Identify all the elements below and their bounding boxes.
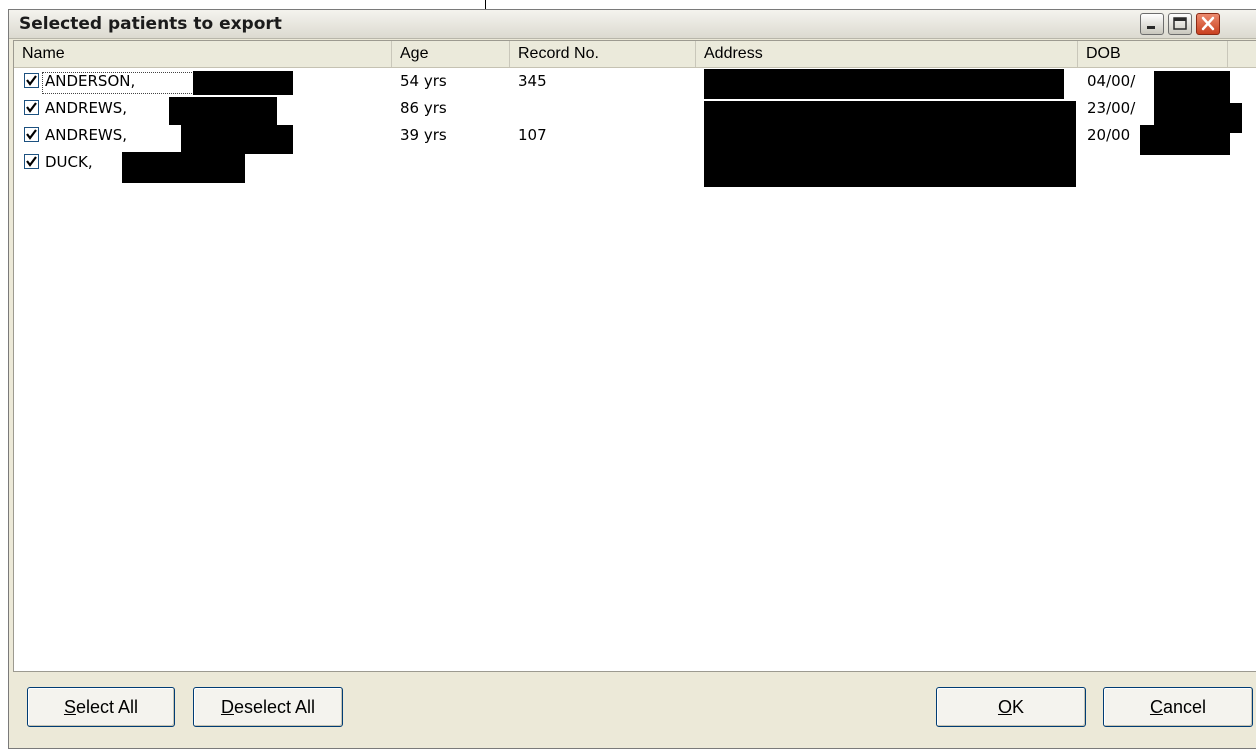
patient-dob: 04/00/ bbox=[1087, 72, 1136, 90]
patient-age: 86 yrs bbox=[400, 99, 447, 117]
ok-mnemonic: O bbox=[997, 697, 1012, 717]
list-item[interactable]: ANDREWS, 86 yrs 23/00/ bbox=[14, 95, 1256, 133]
patient-name: DUCK, bbox=[45, 153, 93, 171]
row-checkbox[interactable] bbox=[24, 154, 39, 169]
column-header-address[interactable]: Address bbox=[696, 41, 1078, 67]
list-item[interactable]: ANDERSON, 54 yrs 345 04/00/ bbox=[14, 68, 1256, 103]
row-checkbox[interactable] bbox=[24, 127, 39, 142]
redaction-block bbox=[169, 97, 277, 125]
cancel-button[interactable]: Cancel bbox=[1103, 687, 1253, 727]
patient-record-no: 107 bbox=[518, 126, 547, 144]
redaction-block bbox=[122, 152, 245, 183]
checkmark-icon bbox=[26, 129, 37, 140]
column-header-record-no[interactable]: Record No. bbox=[510, 41, 696, 67]
window-title: Selected patients to export bbox=[19, 14, 282, 34]
select-all-label: elect All bbox=[75, 697, 139, 717]
ok-button[interactable]: OK bbox=[936, 687, 1086, 727]
patient-age: 54 yrs bbox=[400, 72, 447, 90]
patients-list[interactable]: Name Age Record No. Address DOB ANDERSON… bbox=[13, 40, 1256, 672]
minimize-icon bbox=[1147, 26, 1155, 29]
column-header-age[interactable]: Age bbox=[392, 41, 510, 67]
cancel-label: ancel bbox=[1162, 697, 1207, 717]
maximize-icon bbox=[1173, 17, 1187, 30]
deselect-all-button[interactable]: Deselect All bbox=[193, 687, 343, 727]
patient-age: 39 yrs bbox=[400, 126, 447, 144]
maximize-button[interactable] bbox=[1168, 13, 1192, 35]
text-caret bbox=[485, 0, 486, 9]
patient-name: ANDREWS, bbox=[45, 126, 128, 144]
list-item[interactable]: DUCK, bbox=[14, 149, 1256, 183]
select-all-mnemonic: S bbox=[63, 697, 76, 717]
column-header-dob[interactable]: DOB bbox=[1078, 41, 1228, 67]
patient-name: ANDERSON, bbox=[45, 72, 136, 90]
ok-label: K bbox=[1012, 697, 1025, 717]
cancel-mnemonic: C bbox=[1149, 697, 1163, 717]
deselect-all-mnemonic: D bbox=[220, 697, 234, 717]
list-header: Name Age Record No. Address DOB bbox=[14, 41, 1256, 68]
patient-record-no: 345 bbox=[518, 72, 547, 90]
minimize-button[interactable] bbox=[1140, 13, 1164, 35]
close-icon bbox=[1201, 16, 1215, 31]
redaction-block bbox=[193, 71, 293, 95]
checkmark-icon bbox=[26, 102, 37, 113]
column-header-name[interactable]: Name bbox=[14, 41, 392, 67]
deselect-all-label: eselect All bbox=[233, 697, 316, 717]
select-all-button[interactable]: Select All bbox=[27, 687, 175, 727]
close-button[interactable] bbox=[1196, 13, 1220, 35]
list-item[interactable]: ANDREWS, 39 yrs 107 20/00 bbox=[14, 122, 1256, 187]
checkmark-icon bbox=[26, 156, 37, 167]
checkmark-icon bbox=[26, 75, 37, 86]
patient-name: ANDREWS, bbox=[45, 99, 128, 117]
row-checkbox[interactable] bbox=[24, 100, 39, 115]
patient-dob: 20/00 bbox=[1087, 126, 1131, 144]
export-dialog: Selected patients to export Name Age Rec… bbox=[8, 9, 1256, 749]
title-bar[interactable]: Selected patients to export bbox=[9, 10, 1256, 39]
row-checkbox[interactable] bbox=[24, 73, 39, 88]
patient-dob: 23/00/ bbox=[1087, 99, 1136, 117]
